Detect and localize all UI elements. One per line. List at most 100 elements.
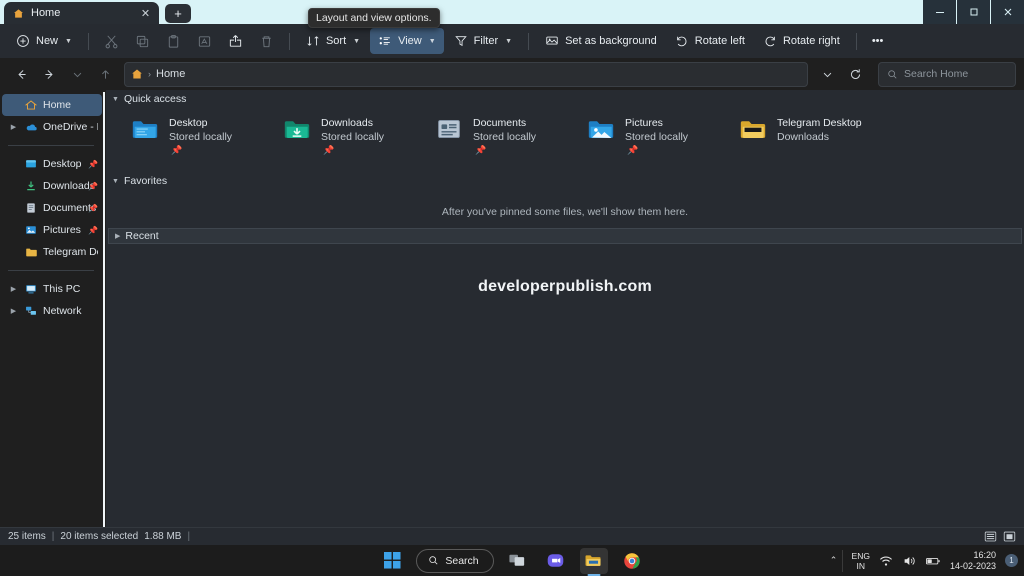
copy-button[interactable] <box>128 28 157 54</box>
chevron-right-icon[interactable]: ▶ <box>8 307 19 315</box>
paste-button[interactable] <box>159 28 188 54</box>
sidebar-item-pictures[interactable]: ▶ Pictures 📌 <box>2 219 102 241</box>
pictures-folder-icon <box>586 114 616 144</box>
navigation-pane-scrollbar[interactable] <box>103 92 105 529</box>
up-button[interactable] <box>92 61 118 87</box>
quick-access-tile-downloads[interactable]: Downloads Stored locally 📌 <box>282 114 434 156</box>
tooltip: Layout and view options. <box>308 8 440 28</box>
chevron-right-icon[interactable]: ▶ <box>8 285 19 293</box>
system-tray: ⌃ ENG IN 16:20 14-02-2023 1 <box>826 545 1018 576</box>
sidebar-item-desktop[interactable]: ▶ Desktop 📌 <box>2 153 102 175</box>
battery-icon[interactable] <box>925 554 941 568</box>
sidebar-item-label: This PC <box>43 283 81 295</box>
volume-icon[interactable] <box>902 554 916 568</box>
quick-access-grid: Desktop Stored locally 📌 Downloads Store… <box>106 108 1024 156</box>
chevron-right-icon[interactable]: ▶ <box>8 123 19 131</box>
sidebar-item-network[interactable]: ▶ Network <box>2 300 102 322</box>
set-as-background-button[interactable]: Set as background <box>537 28 665 54</box>
new-tab-button[interactable]: + <box>165 4 191 23</box>
address-dropdown-button[interactable] <box>814 61 840 87</box>
search-input[interactable]: Search Home <box>878 61 1016 87</box>
delete-button[interactable] <box>252 28 281 54</box>
quick-access-header[interactable]: ▼ Quick access <box>106 90 1024 108</box>
close-button[interactable] <box>990 0 1024 24</box>
large-icons-view-button[interactable] <box>1003 530 1016 543</box>
sidebar-item-label: OneDrive - Persona <box>43 121 98 133</box>
search-icon <box>887 69 898 80</box>
new-button[interactable]: New ▼ <box>8 28 80 54</box>
pin-icon: 📌 <box>88 225 98 235</box>
desktop-folder-icon <box>130 114 160 144</box>
clock[interactable]: 16:20 14-02-2023 <box>950 550 996 572</box>
forward-button[interactable] <box>36 61 62 87</box>
minimize-button[interactable] <box>922 0 956 24</box>
start-button[interactable] <box>378 548 406 574</box>
tile-subtitle: Stored locally <box>625 131 689 143</box>
wifi-icon[interactable] <box>879 554 893 568</box>
sidebar-item-documents[interactable]: ▶ Documents 📌 <box>2 197 102 219</box>
file-list-pane: ▼ Quick access Desktop Stored locally 📌 <box>106 90 1024 527</box>
taskbar-search[interactable]: Search <box>416 548 494 573</box>
quick-access-title: Quick access <box>123 93 187 105</box>
sidebar-item-telegram-desktop[interactable]: ▶ Telegram Desktop <box>2 241 102 263</box>
favorites-header[interactable]: ▼ Favorites <box>106 172 1024 190</box>
quick-access-tile-text: Desktop Stored locally 📌 <box>169 114 232 156</box>
chevron-down-icon: ▼ <box>353 37 361 45</box>
teams-chat-button[interactable] <box>542 548 570 574</box>
tab-title: Home <box>31 7 61 19</box>
breadcrumb: Home <box>156 68 186 80</box>
address-bar[interactable]: › Home <box>124 61 808 87</box>
sidebar-item-onedrive[interactable]: ▶ OneDrive - Persona <box>2 116 102 138</box>
folder-icon <box>738 114 768 144</box>
back-button[interactable] <box>8 61 34 87</box>
rotate-left-button[interactable]: Rotate left <box>667 28 753 54</box>
sidebar-item-this-pc[interactable]: ▶ This PC <box>2 278 102 300</box>
quick-access-tile-text: Documents Stored locally 📌 <box>473 114 536 156</box>
recent-locations-button[interactable] <box>64 61 90 87</box>
sidebar-item-home[interactable]: ▶ Home <box>2 94 102 116</box>
file-explorer-button[interactable] <box>579 547 608 574</box>
chrome-button[interactable] <box>618 548 646 574</box>
sidebar-item-label: Home <box>43 99 72 111</box>
cloud-icon <box>24 121 38 134</box>
tab-home[interactable]: Home ✕ <box>4 2 159 24</box>
sidebar-item-downloads[interactable]: ▶ Downloads 📌 <box>2 175 102 197</box>
breadcrumb-separator: › <box>148 69 151 79</box>
quick-access-tile-desktop[interactable]: Desktop Stored locally 📌 <box>130 114 282 156</box>
rename-button[interactable] <box>190 28 219 54</box>
quick-access-tile-text: Downloads Stored locally 📌 <box>321 114 384 156</box>
close-icon[interactable]: ✕ <box>138 6 153 21</box>
taskbar-search-label: Search <box>445 554 479 567</box>
home-icon <box>131 68 143 80</box>
title-bar: Home ✕ + <box>0 0 1024 24</box>
details-view-button[interactable] <box>984 530 997 543</box>
favorites-empty-message: After you've pinned some files, we'll sh… <box>441 206 689 218</box>
sort-button[interactable]: Sort ▼ <box>298 28 368 54</box>
filter-button[interactable]: Filter ▼ <box>446 28 520 54</box>
tab-strip: Home ✕ + <box>0 0 191 24</box>
notification-badge[interactable]: 1 <box>1005 554 1018 567</box>
sidebar-item-label: Desktop <box>43 158 82 170</box>
rotate-left-label: Rotate left <box>694 35 745 47</box>
quick-access-tile-telegram-desktop[interactable]: Telegram Desktop Downloads <box>738 114 890 156</box>
see-more-button[interactable]: ••• <box>865 28 891 54</box>
quick-access-tile-pictures[interactable]: Pictures Stored locally 📌 <box>586 114 738 156</box>
quick-access-tile-documents[interactable]: Documents Stored locally 📌 <box>434 114 586 156</box>
sidebar-item-label: Network <box>43 305 82 317</box>
sidebar-divider-2 <box>8 270 94 271</box>
cut-button[interactable] <box>97 28 126 54</box>
language-indicator[interactable]: ENG IN <box>852 551 870 571</box>
favorites-title: Favorites <box>123 175 168 187</box>
pin-icon: 📌 <box>475 145 487 155</box>
recent-header[interactable]: ▶ Recent <box>108 228 1022 244</box>
rotate-right-button[interactable]: Rotate right <box>755 28 848 54</box>
status-separator: | <box>51 531 55 542</box>
task-view-button[interactable] <box>504 548 532 574</box>
window-controls <box>922 0 1024 24</box>
view-button[interactable]: View ▼ <box>370 28 444 54</box>
share-button[interactable] <box>221 28 250 54</box>
maximize-button[interactable] <box>956 0 990 24</box>
network-icon <box>24 305 38 317</box>
show-hidden-icons-button[interactable]: ⌃ <box>826 549 843 572</box>
refresh-button[interactable] <box>842 61 868 87</box>
